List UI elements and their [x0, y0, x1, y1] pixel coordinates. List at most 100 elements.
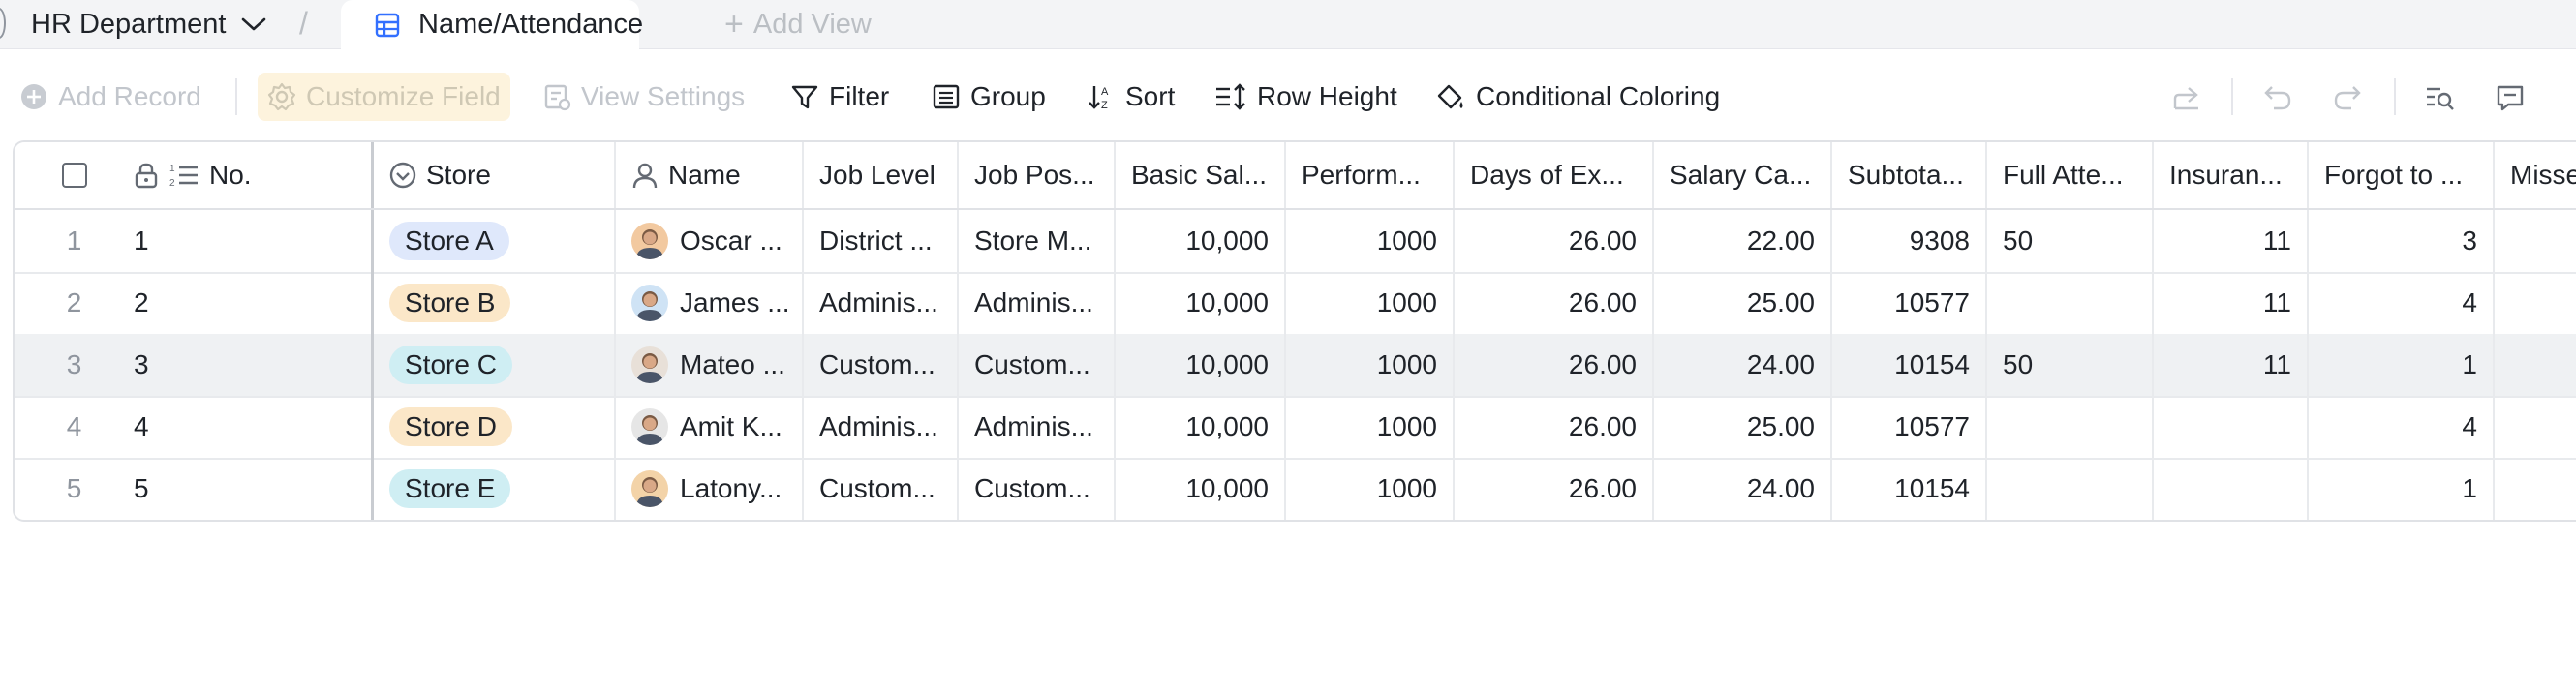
- select-all-cell[interactable]: [15, 142, 134, 208]
- cell-full-attendance[interactable]: [1987, 458, 2154, 520]
- col-header-store[interactable]: Store: [374, 142, 616, 208]
- cell-name[interactable]: James ...: [616, 272, 804, 334]
- cell-job-level[interactable]: Custom...: [804, 334, 959, 396]
- table-row[interactable]: 2 2 Store B James ... Adminis... Adminis... 10…: [15, 272, 2576, 336]
- cell-job-position[interactable]: Adminis...: [959, 272, 1116, 334]
- cell-basic-salary[interactable]: 10,000: [1116, 210, 1286, 272]
- col-header-missed[interactable]: Misse: [2495, 142, 2576, 208]
- col-header-insurance[interactable]: Insuran...: [2154, 142, 2309, 208]
- cell-forgot-to[interactable]: 4: [2309, 272, 2495, 334]
- redo-icon[interactable]: [2330, 80, 2365, 115]
- cell-salary-calc[interactable]: 25.00: [1654, 272, 1832, 334]
- cell-no[interactable]: 1: [134, 210, 374, 272]
- tab-name-attendance[interactable]: Name/Attendance: [341, 0, 643, 49]
- cell-job-level[interactable]: District ...: [804, 210, 959, 272]
- row-height-button[interactable]: Row Height: [1214, 75, 1397, 118]
- cell-missed[interactable]: [2495, 272, 2576, 334]
- cell-days-expected[interactable]: 26.00: [1455, 272, 1654, 334]
- cell-salary-calc[interactable]: 25.00: [1654, 396, 1832, 458]
- cell-job-position[interactable]: Store M...: [959, 210, 1116, 272]
- cell-store[interactable]: Store B: [374, 272, 616, 334]
- cell-insurance[interactable]: 11: [2154, 210, 2309, 272]
- cell-forgot-to[interactable]: 1: [2309, 334, 2495, 396]
- sort-button[interactable]: AZ Sort: [1087, 75, 1175, 118]
- cell-store[interactable]: Store E: [374, 458, 616, 520]
- select-all-checkbox[interactable]: [61, 163, 87, 188]
- group-button[interactable]: Group: [932, 75, 1046, 118]
- cell-job-level[interactable]: Adminis...: [804, 396, 959, 458]
- cell-job-position[interactable]: Adminis...: [959, 396, 1116, 458]
- cell-performance[interactable]: 1000: [1286, 334, 1455, 396]
- cell-store[interactable]: Store C: [374, 334, 616, 396]
- cell-salary-calc[interactable]: 24.00: [1654, 458, 1832, 520]
- cell-forgot-to[interactable]: 3: [2309, 210, 2495, 272]
- cell-subtotal[interactable]: 9308: [1832, 210, 1987, 272]
- cell-insurance[interactable]: 11: [2154, 272, 2309, 334]
- cell-name[interactable]: Amit K...: [616, 396, 804, 458]
- conditional-coloring-button[interactable]: Conditional Coloring: [1435, 75, 1720, 118]
- cell-days-expected[interactable]: 26.00: [1455, 334, 1654, 396]
- cell-job-level[interactable]: Custom...: [804, 458, 959, 520]
- cell-insurance[interactable]: [2154, 458, 2309, 520]
- undo-icon[interactable]: [2260, 80, 2295, 115]
- comment-icon[interactable]: [2493, 80, 2528, 115]
- col-header-days-expected[interactable]: Days of Ex...: [1455, 142, 1654, 208]
- col-header-job-level[interactable]: Job Level: [804, 142, 959, 208]
- cell-missed[interactable]: [2495, 210, 2576, 272]
- cell-missed[interactable]: [2495, 396, 2576, 458]
- cell-days-expected[interactable]: 26.00: [1455, 396, 1654, 458]
- col-header-basic-salary[interactable]: Basic Sal...: [1116, 142, 1286, 208]
- row-index[interactable]: 3: [15, 334, 134, 396]
- col-header-forgot-to[interactable]: Forgot to ...: [2309, 142, 2495, 208]
- row-index[interactable]: 2: [15, 272, 134, 334]
- cell-store[interactable]: Store A: [374, 210, 616, 272]
- col-header-performance[interactable]: Perform...: [1286, 142, 1455, 208]
- cell-basic-salary[interactable]: 10,000: [1116, 396, 1286, 458]
- cell-forgot-to[interactable]: 4: [2309, 396, 2495, 458]
- view-settings-button[interactable]: View Settings: [542, 75, 745, 118]
- cell-job-level[interactable]: Adminis...: [804, 272, 959, 334]
- cell-salary-calc[interactable]: 22.00: [1654, 210, 1832, 272]
- cell-performance[interactable]: 1000: [1286, 396, 1455, 458]
- cell-basic-salary[interactable]: 10,000: [1116, 334, 1286, 396]
- table-row[interactable]: 5 5 Store E Latony... Custom... Custom... 10,0…: [15, 458, 2576, 520]
- add-record-button[interactable]: Add Record: [19, 75, 201, 118]
- col-header-name[interactable]: Name: [616, 142, 804, 208]
- search-records-icon[interactable]: [2423, 80, 2458, 115]
- table-name-dropdown[interactable]: HR Department: [31, 0, 266, 48]
- col-header-full-attendance[interactable]: Full Atte...: [1987, 142, 2154, 208]
- customize-field-button[interactable]: Customize Field: [258, 73, 510, 121]
- cell-insurance[interactable]: [2154, 396, 2309, 458]
- cell-days-expected[interactable]: 26.00: [1455, 458, 1654, 520]
- cell-subtotal[interactable]: 10154: [1832, 458, 1987, 520]
- cell-missed[interactable]: [2495, 334, 2576, 396]
- cell-job-position[interactable]: Custom...: [959, 334, 1116, 396]
- cell-name[interactable]: Oscar ...: [616, 210, 804, 272]
- col-header-subtotal[interactable]: Subtota...: [1832, 142, 1987, 208]
- cell-performance[interactable]: 1000: [1286, 272, 1455, 334]
- cell-subtotal[interactable]: 10577: [1832, 396, 1987, 458]
- cell-no[interactable]: 2: [134, 272, 374, 334]
- cell-no[interactable]: 3: [134, 334, 374, 396]
- cell-performance[interactable]: 1000: [1286, 210, 1455, 272]
- cell-days-expected[interactable]: 26.00: [1455, 210, 1654, 272]
- cell-no[interactable]: 4: [134, 396, 374, 458]
- row-index[interactable]: 5: [15, 458, 134, 520]
- col-header-no[interactable]: 12 No.: [134, 142, 374, 208]
- table-row[interactable]: 1 1 Store A Oscar ... District ... Store M...…: [15, 210, 2576, 274]
- sidebar-toggle-edge[interactable]: [0, 8, 6, 39]
- cell-subtotal[interactable]: 10154: [1832, 334, 1987, 396]
- cell-subtotal[interactable]: 10577: [1832, 272, 1987, 334]
- filter-button[interactable]: Filter: [790, 75, 889, 118]
- cell-basic-salary[interactable]: 10,000: [1116, 458, 1286, 520]
- cell-no[interactable]: 5: [134, 458, 374, 520]
- col-header-salary-calc[interactable]: Salary Ca...: [1654, 142, 1832, 208]
- cell-basic-salary[interactable]: 10,000: [1116, 272, 1286, 334]
- row-index[interactable]: 4: [15, 396, 134, 458]
- table-row[interactable]: 4 4 Store D Amit K... Adminis... Adminis... 10…: [15, 396, 2576, 460]
- cell-full-attendance[interactable]: [1987, 396, 2154, 458]
- cell-insurance[interactable]: 11: [2154, 334, 2309, 396]
- cell-name[interactable]: Latony...: [616, 458, 804, 520]
- row-index[interactable]: 1: [15, 210, 134, 272]
- cell-name[interactable]: Mateo ...: [616, 334, 804, 396]
